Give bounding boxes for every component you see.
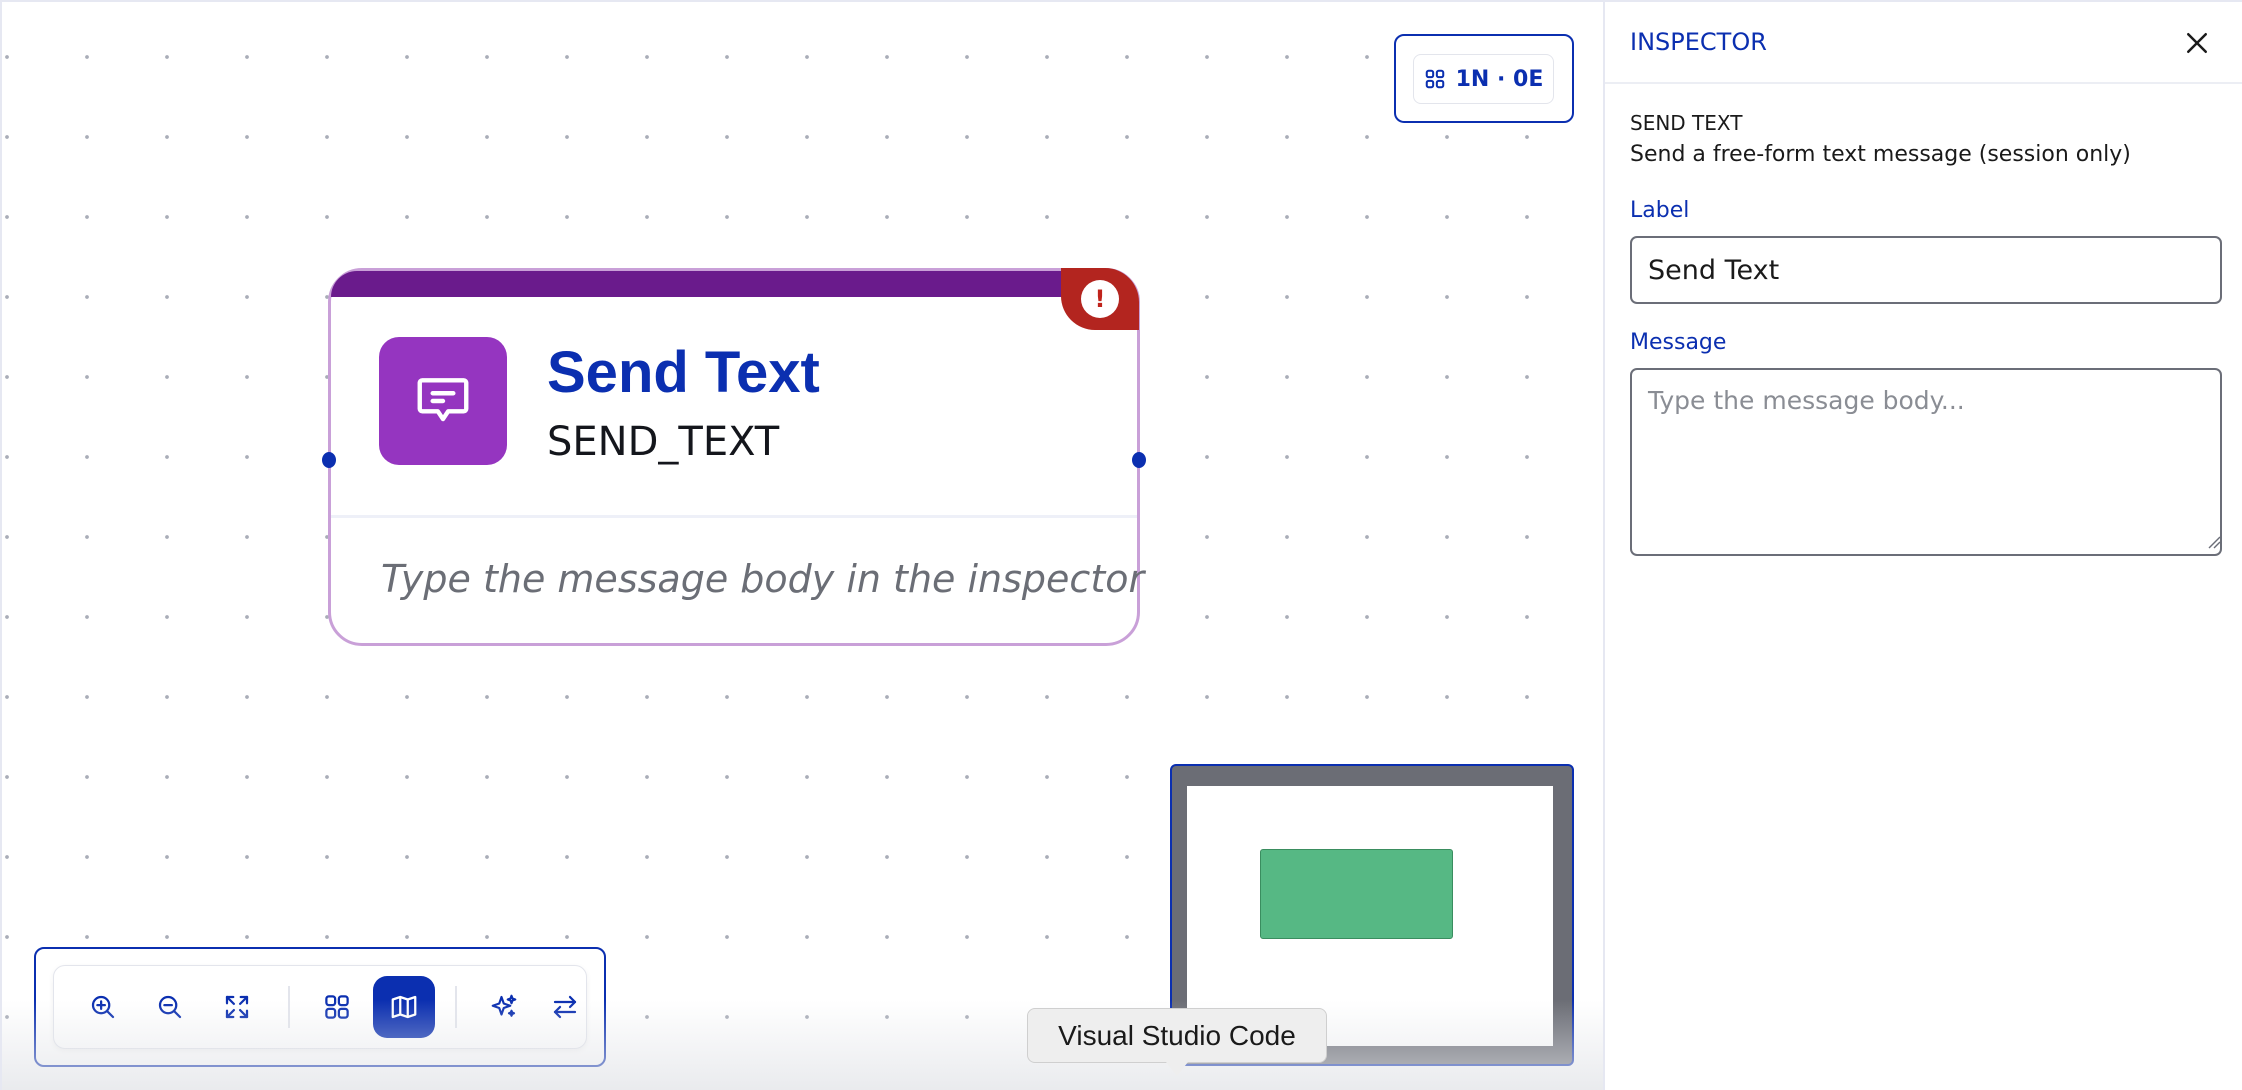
- node-hint-text: Type the message body in the inspector: [381, 557, 1145, 601]
- node-input-handle[interactable]: [322, 452, 336, 468]
- grid-icon: [1425, 69, 1444, 89]
- zoom-in-icon: [91, 995, 115, 1019]
- inspector-header: INSPECTOR: [1605, 2, 2242, 84]
- minimap-viewport[interactable]: [1187, 786, 1553, 1046]
- message-textarea[interactable]: [1630, 368, 2222, 556]
- message-field-label: Message: [1630, 330, 1727, 355]
- fit-view-icon: [225, 995, 249, 1019]
- grid-icon: [325, 995, 349, 1019]
- ai-assist-button[interactable]: [473, 976, 535, 1038]
- close-button[interactable]: [2182, 28, 2212, 58]
- flow-canvas[interactable]: 1N · 0E ! Send Text SEND_TEXT Type the m…: [0, 0, 1603, 1090]
- zoom-out-button[interactable]: [139, 976, 201, 1038]
- node-header-bar: [331, 271, 1137, 297]
- node-divider: [331, 515, 1137, 518]
- node-error-badge[interactable]: !: [1061, 268, 1139, 330]
- fit-view-button[interactable]: [206, 976, 268, 1038]
- zoom-out-icon: [158, 995, 182, 1019]
- send-text-node[interactable]: ! Send Text SEND_TEXT Type the message b…: [322, 268, 1146, 646]
- message-icon: [379, 337, 507, 465]
- canvas-toolbar-frame: [34, 947, 606, 1067]
- swap-direction-button[interactable]: [540, 976, 590, 1038]
- inspector-description: Send a free-form text message (session o…: [1630, 142, 2131, 167]
- close-icon: [2187, 33, 2207, 53]
- graph-counter-badge[interactable]: 1N · 0E: [1413, 54, 1554, 104]
- node-type: SEND_TEXT: [547, 419, 780, 465]
- arrows-swap-icon: [553, 995, 577, 1019]
- tooltip-arrow: [1166, 1062, 1188, 1076]
- inspector-node-kind: SEND TEXT: [1630, 111, 1743, 135]
- tooltip: Visual Studio Code: [1027, 1008, 1327, 1063]
- inspector-title: INSPECTOR: [1630, 28, 1767, 56]
- map-icon: [391, 995, 417, 1019]
- node-output-handle[interactable]: [1132, 452, 1146, 468]
- node-title: Send Text: [547, 340, 820, 405]
- graph-counter-frame: 1N · 0E: [1394, 34, 1574, 123]
- toolbar-divider: [288, 986, 290, 1028]
- toolbar-divider: [455, 986, 457, 1028]
- canvas-toolbar: [53, 965, 587, 1049]
- graph-counter-label: 1N · 0E: [1455, 66, 1544, 92]
- label-input[interactable]: [1630, 236, 2222, 304]
- minimap-toggle-button[interactable]: [373, 976, 435, 1038]
- layout-grid-button[interactable]: [306, 976, 368, 1038]
- label-field-label: Label: [1630, 198, 1690, 223]
- resize-handle-icon[interactable]: [2205, 533, 2221, 549]
- minimap-node: [1260, 849, 1453, 939]
- sparkles-icon: [491, 994, 517, 1017]
- zoom-in-button[interactable]: [72, 976, 134, 1038]
- inspector-panel: INSPECTOR SEND TEXT Send a free-form tex…: [1603, 0, 2242, 1090]
- error-icon: !: [1081, 280, 1119, 318]
